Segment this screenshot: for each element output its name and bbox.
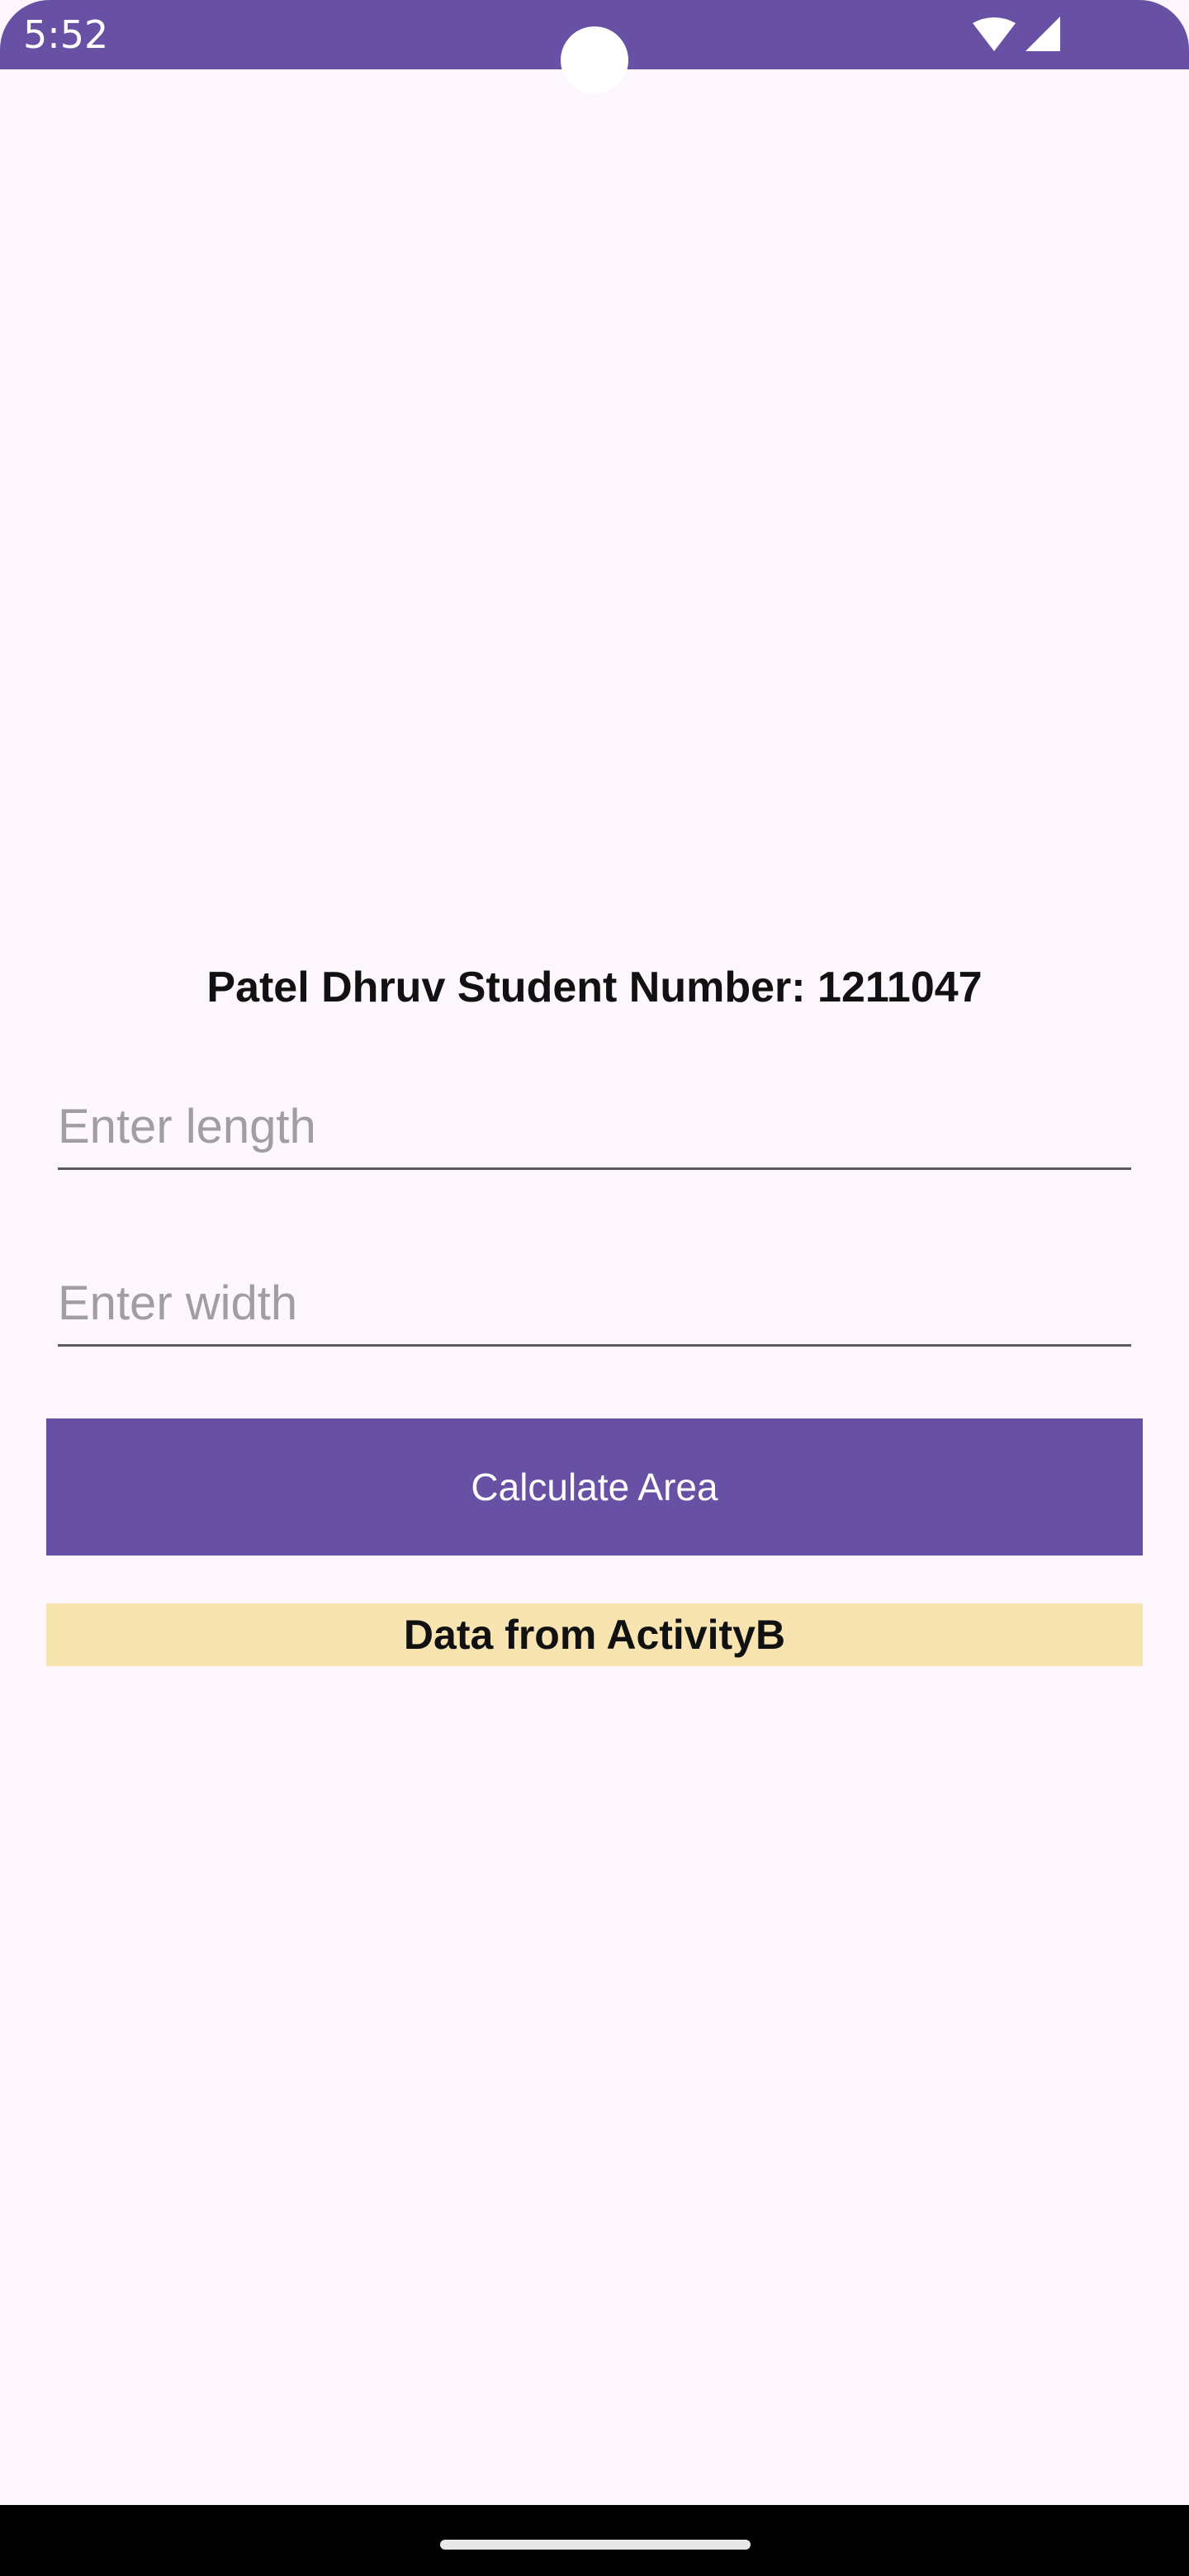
status-icons — [973, 17, 1065, 53]
main-content: Patel Dhruv Student Number: 1211047 Calc… — [0, 69, 1189, 2505]
navigation-bar — [0, 2505, 1189, 2576]
wifi-icon — [973, 17, 1016, 51]
calculate-area-button[interactable]: Calculate Area — [46, 1418, 1143, 1556]
signal-icon — [1026, 17, 1060, 51]
result-text: Data from ActivityB — [46, 1603, 1143, 1666]
student-title: Patel Dhruv Student Number: 1211047 — [206, 964, 983, 1011]
width-input[interactable] — [58, 1262, 1131, 1347]
status-time: 5:52 — [23, 12, 109, 57]
length-input[interactable] — [58, 1085, 1131, 1170]
home-indicator[interactable] — [440, 2540, 751, 2550]
